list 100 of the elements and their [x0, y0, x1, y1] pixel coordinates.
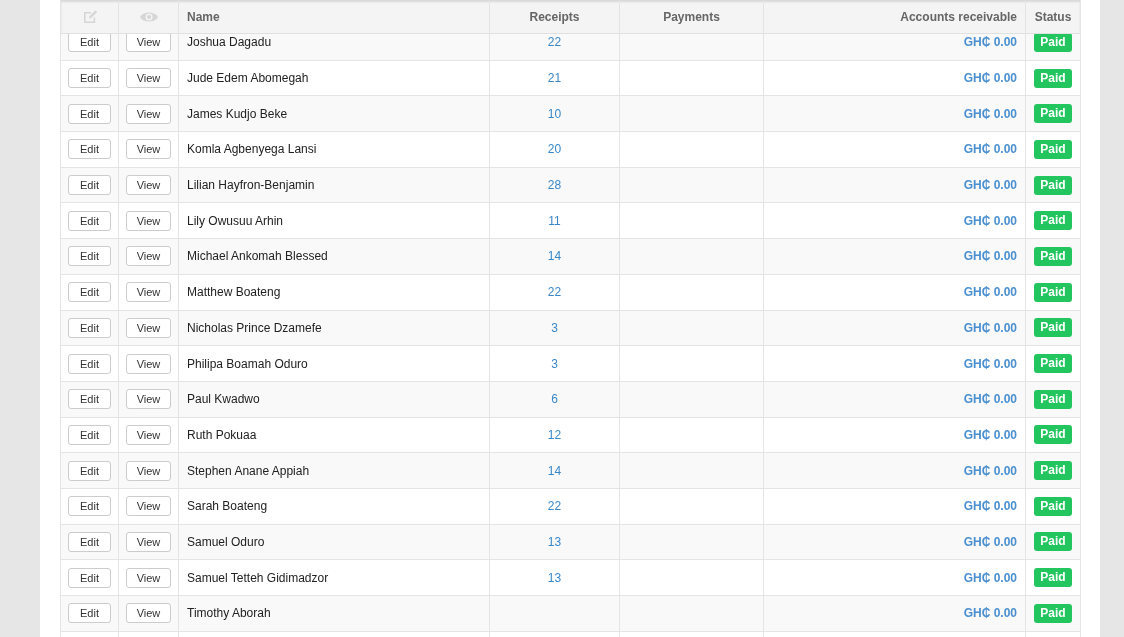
edit-button[interactable]: Edit: [68, 34, 111, 53]
receipts-count: 13: [547, 534, 562, 549]
view-button[interactable]: View: [126, 210, 171, 231]
receipts-count: 3: [551, 320, 558, 335]
view-button[interactable]: View: [126, 353, 171, 374]
view-button[interactable]: View: [126, 389, 171, 410]
receipts-count: 10: [547, 106, 562, 121]
status-badge: Paid: [1034, 68, 1072, 88]
amount-text: GH₵ 0.00: [963, 499, 1017, 514]
edit-button[interactable]: Edit: [68, 246, 111, 267]
edit-button[interactable]: Edit: [68, 496, 111, 517]
view-button[interactable]: View: [126, 175, 171, 196]
status-badge: Paid: [1034, 104, 1072, 124]
edit-button[interactable]: Edit: [68, 103, 111, 124]
view-button[interactable]: View: [126, 567, 171, 588]
receipts-count: 13: [547, 570, 562, 585]
name-text: Komla Agbenyega Lansi: [187, 142, 317, 157]
view-button[interactable]: View: [126, 317, 171, 338]
status-badge: Paid: [1034, 246, 1072, 266]
name-text: Philipa Boamah Oduro: [187, 356, 308, 371]
amount-text: GH₵ 0.00: [963, 285, 1017, 300]
receipts-count: 20: [547, 142, 562, 157]
view-button[interactable]: View: [126, 424, 171, 445]
status-badge: Paid: [1034, 34, 1072, 52]
name-text: Joshua Dagadu: [187, 35, 272, 50]
edit-button[interactable]: Edit: [68, 68, 111, 89]
amount-text: GH₵ 0.00: [963, 106, 1017, 121]
view-button[interactable]: View: [126, 34, 171, 53]
status-badge: Paid: [1034, 318, 1072, 338]
edit-button[interactable]: Edit: [68, 460, 111, 481]
receipts-count: 22: [547, 499, 562, 514]
name-text: Sarah Boateng: [187, 499, 268, 514]
amount-text: GH₵ 0.00: [963, 392, 1017, 407]
status-badge: Paid: [1034, 211, 1072, 231]
amount-text: GH₵ 0.00: [963, 320, 1017, 335]
edit-button[interactable]: Edit: [68, 389, 111, 410]
status-badge: Paid: [1034, 139, 1072, 159]
status-badge: Paid: [1034, 425, 1072, 445]
column-header: Payments: [663, 9, 720, 24]
edit-button[interactable]: Edit: [68, 531, 111, 552]
view-button[interactable]: View: [126, 282, 171, 303]
name-text: Lilian Hayfron-Benjamin: [187, 178, 315, 193]
receipts-count: 3: [551, 356, 558, 371]
receipts-count: 6: [551, 392, 558, 407]
edit-button[interactable]: Edit: [68, 567, 111, 588]
amount-text: GH₵ 0.00: [963, 427, 1017, 442]
edit-button[interactable]: Edit: [68, 175, 111, 196]
amount-text: GH₵ 0.00: [963, 142, 1017, 157]
edit-button[interactable]: Edit: [68, 424, 111, 445]
view-button[interactable]: View: [126, 139, 171, 160]
view-button[interactable]: View: [126, 496, 171, 517]
amount-text: GH₵ 0.00: [963, 213, 1017, 228]
name-text: Ruth Pokuaa: [187, 427, 257, 442]
column-header: Receipts: [529, 9, 580, 24]
amount-text: GH₵ 0.00: [963, 35, 1017, 50]
receipts-count: 14: [547, 463, 562, 478]
column-header: Accounts receivable: [900, 9, 1017, 24]
view-button[interactable]: View: [126, 246, 171, 267]
name-text: Samuel Oduro: [187, 534, 265, 549]
amount-text: GH₵ 0.00: [963, 71, 1017, 86]
view-button[interactable]: View: [126, 460, 171, 481]
view-button[interactable]: View: [126, 103, 171, 124]
status-badge: Paid: [1034, 461, 1072, 481]
receipts-count: 22: [547, 285, 562, 300]
edit-button[interactable]: Edit: [68, 210, 111, 231]
name-text: Stephen Anane Appiah: [187, 463, 310, 478]
edit-button[interactable]: Edit: [68, 282, 111, 303]
column-header: Status: [1034, 9, 1072, 24]
name-text: Timothy Aborah: [187, 606, 271, 621]
name-text: Matthew Boateng: [187, 285, 281, 300]
view-button[interactable]: View: [126, 531, 171, 552]
name-text: Samuel Tetteh Gidimadzor: [187, 570, 329, 585]
status-badge: Paid: [1034, 603, 1072, 623]
receipts-count: 21: [547, 71, 562, 86]
edit-button[interactable]: Edit: [68, 353, 111, 374]
status-badge: Paid: [1034, 354, 1072, 374]
receipts-count: 28: [547, 178, 562, 193]
amount-text: GH₵ 0.00: [963, 463, 1017, 478]
name-text: Michael Ankomah Blessed: [187, 249, 328, 264]
edit-button[interactable]: Edit: [68, 603, 111, 624]
status-badge: Paid: [1034, 568, 1072, 588]
column-header: Name: [187, 9, 220, 24]
name-text: James Kudjo Beke: [187, 106, 288, 121]
status-badge: Paid: [1034, 496, 1072, 516]
edit-button[interactable]: Edit: [68, 139, 111, 160]
amount-text: GH₵ 0.00: [963, 606, 1017, 621]
view-button[interactable]: View: [126, 68, 171, 89]
name-text: Nicholas Prince Dzamefe: [187, 320, 322, 335]
status-badge: Paid: [1034, 175, 1072, 195]
amount-text: GH₵ 0.00: [963, 534, 1017, 549]
name-text: Jude Edem Abomegah: [187, 71, 309, 86]
status-badge: Paid: [1034, 389, 1072, 409]
status-badge: Paid: [1034, 282, 1072, 302]
receipts-count: 12: [547, 427, 562, 442]
amount-text: GH₵ 0.00: [963, 249, 1017, 264]
name-text: Paul Kwadwo: [187, 392, 260, 407]
receipts-count: 22: [547, 35, 562, 50]
amount-text: GH₵ 0.00: [963, 178, 1017, 193]
edit-button[interactable]: Edit: [68, 317, 111, 338]
view-button[interactable]: View: [126, 603, 171, 624]
